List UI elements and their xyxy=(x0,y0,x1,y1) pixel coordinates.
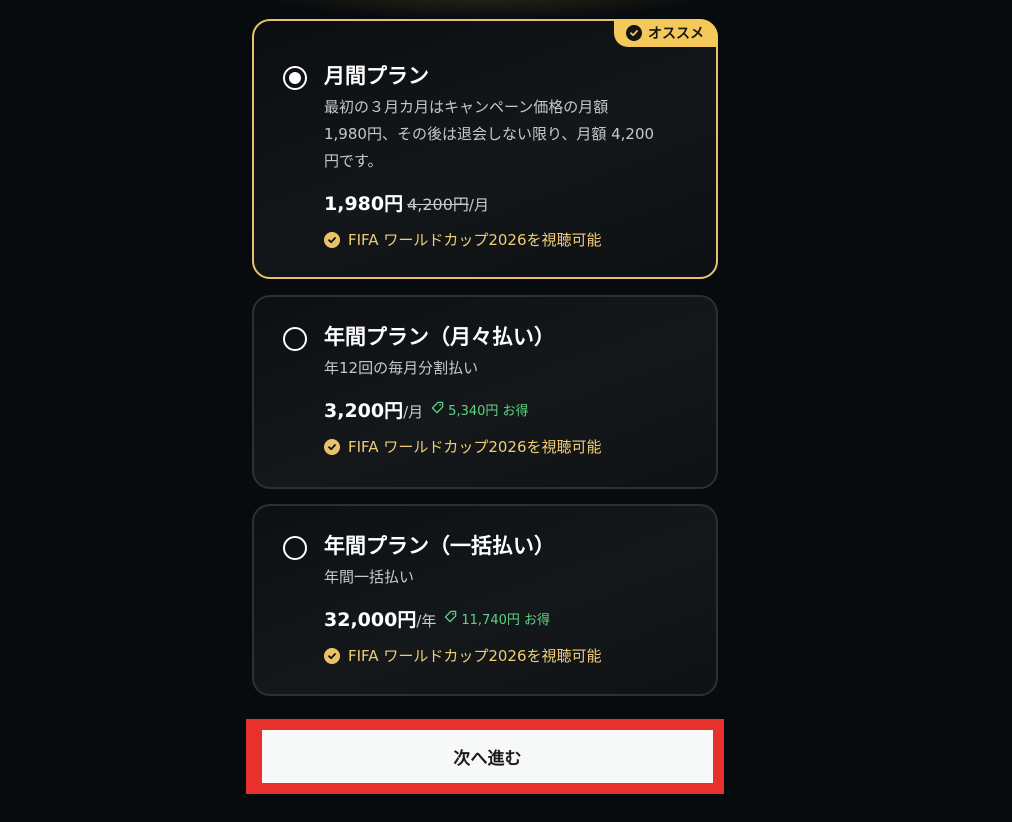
plan-price: 32,000円 xyxy=(324,609,417,631)
plan-card-annual-lump-sum[interactable]: 年間プラン（一括払い） 年間一括払い 32,000円 /年 11,740円 お得… xyxy=(252,504,718,696)
check-circle-icon xyxy=(324,647,340,664)
radio-monthly[interactable] xyxy=(283,66,307,90)
plan-description-line-2: 1,980円、その後は退会しない限り、月額 4,200 xyxy=(324,125,655,143)
plan-description: 年間一括払い xyxy=(324,568,415,586)
feature-row: FIFA ワールドカップ2026を視聴可能 xyxy=(324,436,694,457)
radio-selected-dot xyxy=(289,72,301,84)
price-row: 3,200円 /月 5,340円 お得 xyxy=(324,396,694,423)
plan-period: /年 xyxy=(416,612,437,630)
check-circle-icon xyxy=(324,231,340,248)
plan-description: 最初の３月カ月はキャンペーン価格の月額 1,980円、その後は退会しない限り、月… xyxy=(324,94,694,175)
savings-label: 5,340円 お得 xyxy=(448,404,529,419)
top-glow xyxy=(250,0,720,20)
feature-label: FIFA ワールドカップ2026を視聴可能 xyxy=(348,438,602,456)
plan-card-annual-monthly[interactable]: 年間プラン（月々払い） 年12回の毎月分割払い 3,200円 /月 5,340円… xyxy=(252,295,718,489)
verified-badge-icon xyxy=(626,25,642,41)
recommended-badge-label: オススメ xyxy=(648,26,704,42)
feature-label: FIFA ワールドカップ2026を視聴可能 xyxy=(348,231,602,249)
plan-description-line-3: 円です。 xyxy=(324,152,383,170)
plan-title: 年間プラン（一括払い） xyxy=(324,534,555,558)
savings-badge: 11,740円 お得 xyxy=(444,609,550,628)
plan-price: 1,980円 xyxy=(324,193,404,215)
price-row: 1,980円 4,200円 /月 xyxy=(324,189,694,216)
price-row: 32,000円 /年 11,740円 お得 xyxy=(324,605,694,632)
recommended-badge: オススメ xyxy=(614,19,718,47)
plan-old-price: 4,200円 xyxy=(407,195,469,214)
tag-icon xyxy=(444,610,457,627)
savings-badge: 5,340円 お得 xyxy=(431,400,529,419)
radio-annual-lump-sum[interactable] xyxy=(283,536,307,560)
plan-period: /月 xyxy=(468,196,489,214)
savings-label: 11,740円 お得 xyxy=(461,613,551,628)
feature-row: FIFA ワールドカップ2026を視聴可能 xyxy=(324,645,694,666)
feature-label: FIFA ワールドカップ2026を視聴可能 xyxy=(348,647,602,665)
plan-title: 年間プラン（月々払い） xyxy=(324,325,555,349)
plan-period: /月 xyxy=(403,403,424,421)
tag-icon xyxy=(431,401,444,418)
check-circle-icon xyxy=(324,438,340,455)
radio-annual-monthly[interactable] xyxy=(283,327,307,351)
next-button[interactable]: 次へ進む xyxy=(262,730,713,783)
cta-highlight-frame: 次へ進む xyxy=(246,719,724,794)
plan-card-monthly[interactable]: オススメ 月間プラン 最初の３月カ月はキャンペーン価格の月額 1,980円、その… xyxy=(252,19,718,279)
plan-title: 月間プラン xyxy=(324,64,429,88)
feature-row: FIFA ワールドカップ2026を視聴可能 xyxy=(324,229,694,250)
plan-description-line-1: 最初の３月カ月はキャンペーン価格の月額 xyxy=(324,98,609,116)
plan-price: 3,200円 xyxy=(324,400,404,422)
plan-description: 年12回の毎月分割払い xyxy=(324,359,479,377)
